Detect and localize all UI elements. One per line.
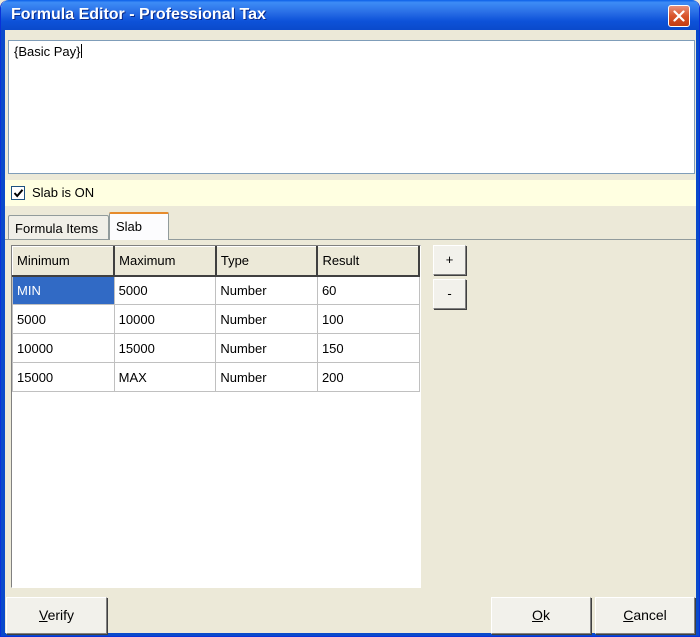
slab-toggle-row: Slab is ON (5, 180, 696, 206)
verify-button[interactable]: Verify (6, 597, 107, 634)
table-row: 10000 15000 Number 150 (12, 333, 420, 363)
table-header-row: Minimum Maximum Type Result (12, 246, 420, 277)
tab-formula-items[interactable]: Formula Items (8, 215, 109, 239)
grid-cell[interactable]: Number (215, 362, 318, 392)
grid-cell[interactable]: 10000 (113, 304, 217, 334)
slab-grid[interactable]: Minimum Maximum Type Result MIN 5000 Num… (11, 245, 421, 588)
tab-slab[interactable]: Slab (109, 212, 169, 240)
grid-cell[interactable]: MAX (113, 362, 217, 392)
slab-table: Minimum Maximum Type Result MIN 5000 Num… (12, 246, 420, 392)
grid-cell[interactable]: 60 (316, 275, 420, 305)
button-bar (5, 594, 696, 633)
verify-button-label: Verify (38, 607, 75, 623)
column-header-maximum[interactable]: Maximum (113, 246, 217, 277)
grid-cell[interactable]: 10000 (12, 333, 115, 363)
table-row: MIN 5000 Number 60 (12, 275, 420, 305)
grid-cell[interactable]: MIN (12, 275, 115, 305)
close-button[interactable] (668, 5, 690, 27)
grid-cell[interactable]: 150 (316, 333, 420, 363)
grid-cell[interactable]: 200 (316, 362, 420, 392)
checkmark-icon (13, 189, 24, 198)
table-row: 15000 MAX Number 200 (12, 362, 420, 392)
column-header-minimum[interactable]: Minimum (12, 246, 116, 277)
cancel-button-label: Cancel (623, 607, 667, 623)
grid-cell[interactable]: 5000 (12, 304, 115, 334)
text-caret (80, 44, 82, 58)
grid-cell[interactable]: 15000 (12, 362, 115, 392)
remove-row-button[interactable]: - (433, 279, 466, 309)
ok-button[interactable]: Ok (491, 597, 591, 634)
grid-cell[interactable]: 100 (316, 304, 420, 334)
cancel-button[interactable]: Cancel (595, 597, 695, 634)
slab-checkbox[interactable] (11, 186, 25, 200)
column-header-type[interactable]: Type (215, 246, 319, 277)
close-icon (673, 10, 685, 22)
formula-input[interactable]: {Basic Pay} (8, 40, 695, 174)
window-frame-right (696, 30, 699, 636)
window-title: Formula Editor - Professional Tax (11, 6, 266, 23)
slab-checkbox-label[interactable]: Slab is ON (32, 185, 94, 200)
formula-editor-window: Formula Editor - Professional Tax {Basic… (0, 0, 700, 637)
title-bar[interactable]: Formula Editor - Professional Tax (1, 0, 699, 30)
add-row-button[interactable]: + (433, 245, 466, 275)
formula-text: {Basic Pay} (14, 44, 81, 59)
grid-cell[interactable]: 15000 (113, 333, 217, 363)
table-row: 5000 10000 Number 100 (12, 304, 420, 334)
grid-cell[interactable]: Number (215, 304, 318, 334)
ok-button-label: Ok (532, 607, 550, 623)
grid-cell[interactable]: 5000 (113, 275, 217, 305)
column-header-result[interactable]: Result (316, 246, 420, 277)
grid-cell[interactable]: Number (215, 333, 318, 363)
grid-cell[interactable]: Number (215, 275, 318, 305)
